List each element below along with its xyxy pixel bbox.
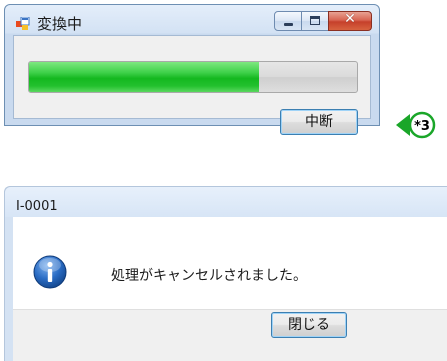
minimize-button[interactable] xyxy=(274,11,302,31)
dialog-footer xyxy=(13,309,447,361)
progress-bar xyxy=(28,61,358,93)
progress-window: 変換中 ✕ 中断 xyxy=(4,4,380,135)
callout-arrow-icon xyxy=(396,114,410,136)
callout-marker: *3 xyxy=(396,111,436,139)
window-client-area xyxy=(13,35,371,119)
dialog-message: 処理がキャンセルされました。 xyxy=(111,268,307,284)
progress-bar-fill xyxy=(29,62,259,92)
title-bar: 変換中 ✕ xyxy=(5,5,379,35)
dialog-title: I-0001 xyxy=(16,199,58,214)
dialog-client-area: 処理がキャンセルされました。 xyxy=(13,217,447,361)
close-icon: ✕ xyxy=(344,11,356,27)
dialog-title-bar: I-0001 xyxy=(5,187,447,217)
close-window-button[interactable]: ✕ xyxy=(328,11,372,31)
window-title: 変換中 xyxy=(37,15,83,33)
close-dialog-button[interactable]: 閉じる xyxy=(271,312,347,338)
maximize-icon xyxy=(310,16,320,25)
cancel-button[interactable]: 中断 xyxy=(280,109,358,135)
message-dialog: I-0001 処理がキャンセルされました。 閉じる xyxy=(4,186,447,361)
maximize-button[interactable] xyxy=(301,11,329,31)
app-icon xyxy=(16,17,30,30)
minimize-icon xyxy=(284,23,293,26)
info-icon xyxy=(33,255,67,289)
caption-buttons: ✕ xyxy=(274,11,372,31)
callout-label: *3 xyxy=(414,119,430,134)
screenshot-stage: 変換中 ✕ 中断 *3 I-0001 処理がキャンセルされました。 閉じる xyxy=(0,0,447,361)
